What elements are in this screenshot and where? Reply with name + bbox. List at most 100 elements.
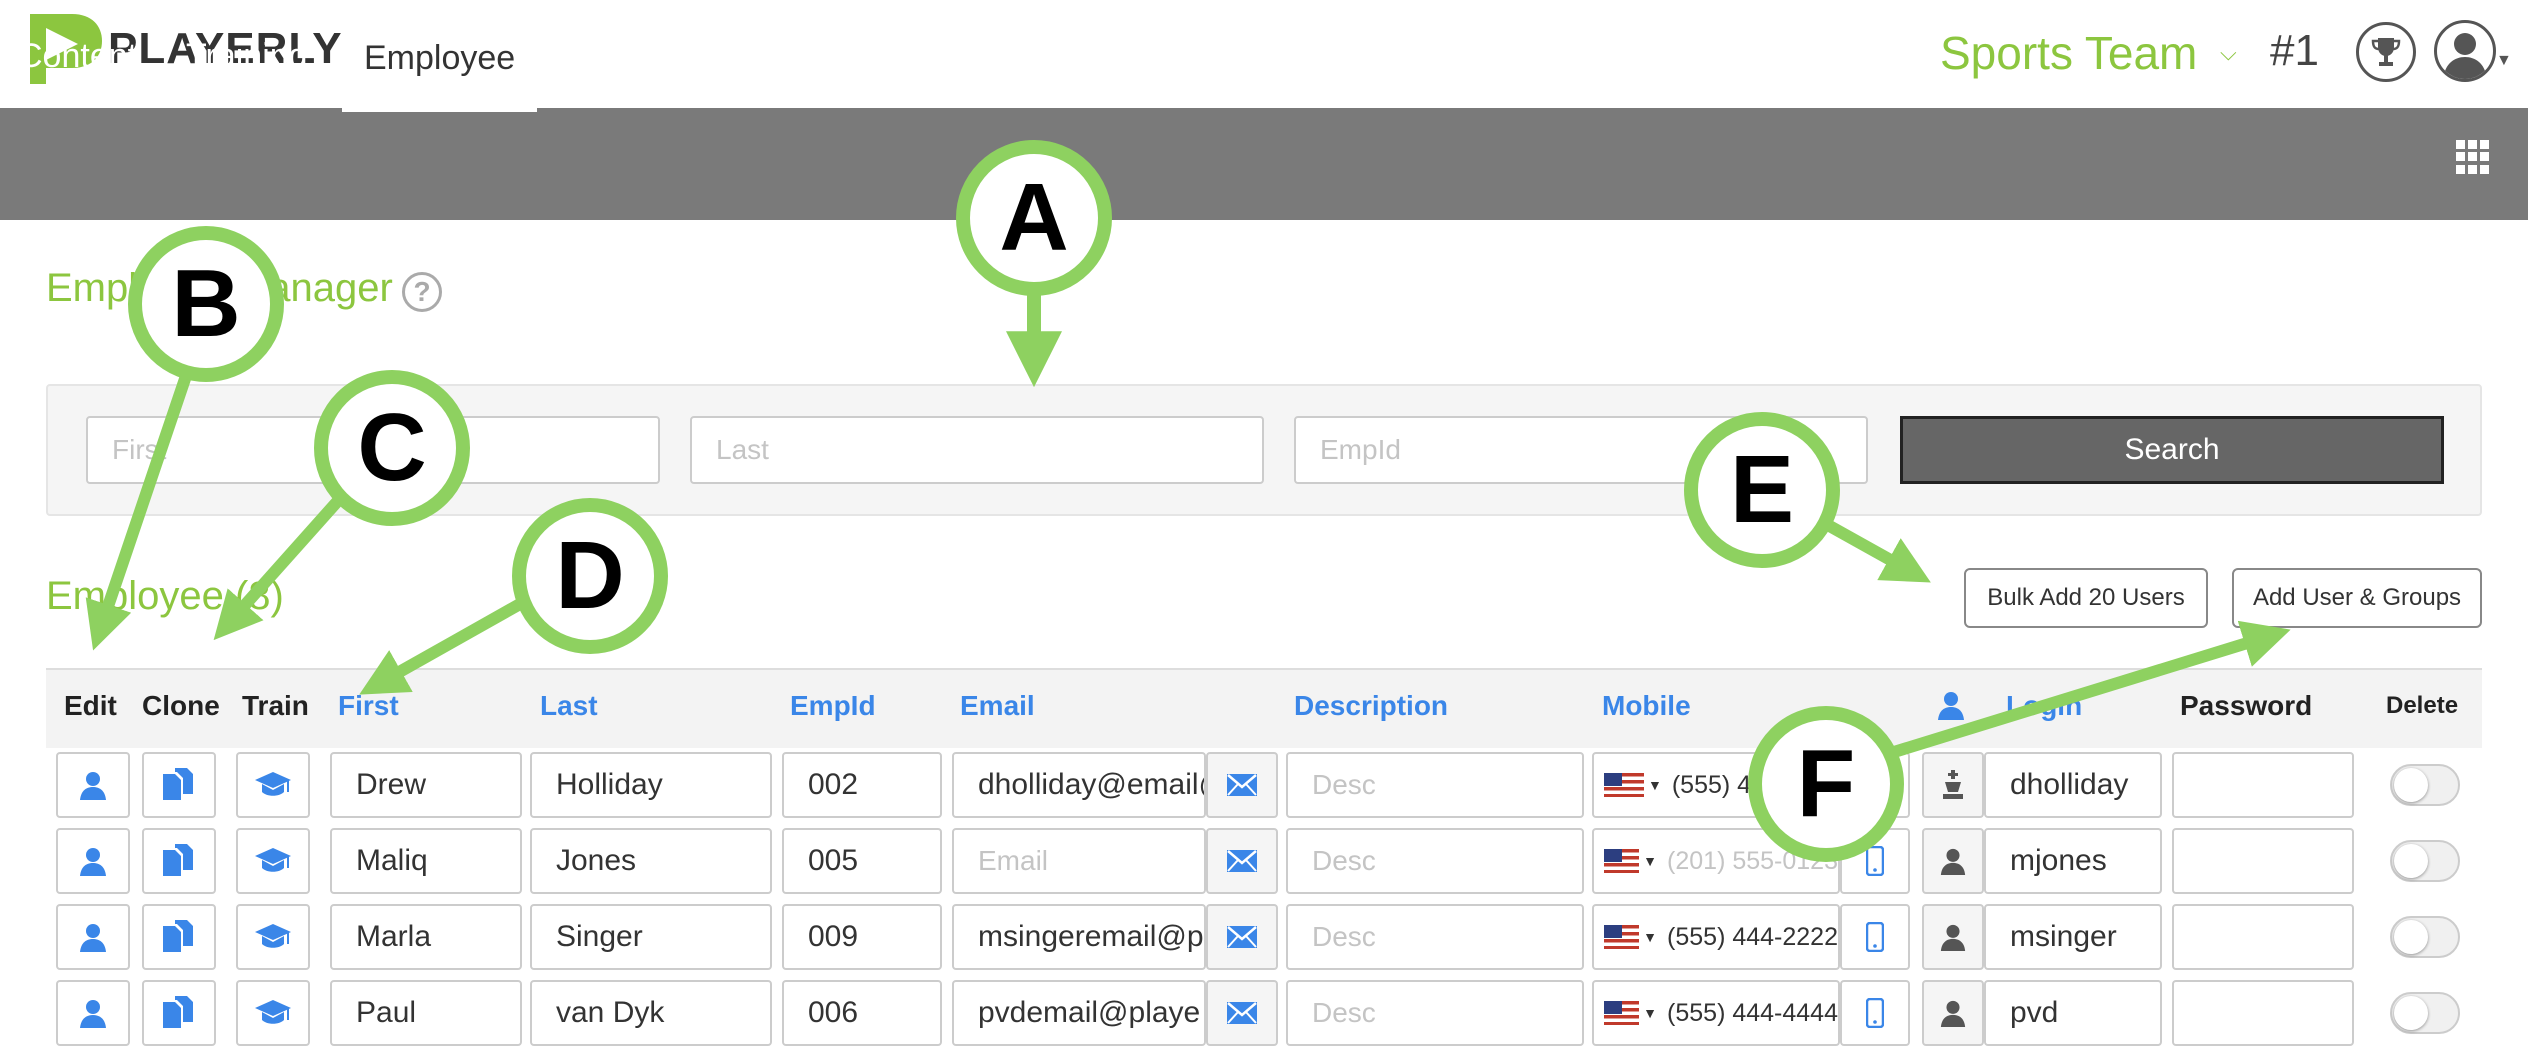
empid-field[interactable]: 009 <box>782 904 942 970</box>
user-role-button[interactable] <box>1922 980 1984 1046</box>
col-header-login[interactable]: Login <box>2006 690 2082 722</box>
clone-user-button[interactable] <box>142 828 216 894</box>
user-role-button[interactable] <box>1922 752 1984 818</box>
first-name-field[interactable]: Paul <box>330 980 522 1046</box>
password-field[interactable] <box>2172 904 2354 970</box>
clone-user-button[interactable] <box>142 980 216 1046</box>
col-header-first[interactable]: First <box>338 690 399 722</box>
nav-tab-settings[interactable]: Settings <box>1674 0 1797 112</box>
edit-user-button[interactable] <box>56 828 130 894</box>
callout-e: E <box>1684 412 1840 568</box>
edit-user-button[interactable] <box>56 752 130 818</box>
graduation-cap-icon <box>255 1000 291 1024</box>
empid-field[interactable]: 002 <box>782 752 942 818</box>
chevron-down-icon[interactable]: ▼ <box>1643 929 1657 945</box>
first-name-field[interactable]: Drew <box>330 752 522 818</box>
nav-tab-courses[interactable]: Courses <box>706 0 833 112</box>
nav-tab-training[interactable]: Training <box>186 0 308 112</box>
sms-button[interactable] <box>1840 904 1910 970</box>
us-flag-icon[interactable] <box>1604 849 1640 873</box>
sms-button[interactable] <box>1840 980 1910 1046</box>
trophy-icon <box>2371 38 2401 66</box>
password-field[interactable] <box>2172 752 2354 818</box>
chevron-down-icon[interactable]: ▼ <box>1643 1005 1657 1021</box>
delete-toggle[interactable] <box>2390 992 2460 1034</box>
empid-field[interactable]: 006 <box>782 980 942 1046</box>
nav-tab-forms[interactable]: Forms <box>562 0 658 112</box>
col-header-edit: Edit <box>64 690 117 721</box>
team-selector[interactable]: Sports Team <box>1940 26 2197 80</box>
user-role-button[interactable] <box>1922 828 1984 894</box>
description-field[interactable]: Desc <box>1286 828 1584 894</box>
email-field[interactable]: msingeremail@p <box>952 904 1206 970</box>
send-email-button[interactable] <box>1206 980 1278 1046</box>
help-icon[interactable]: ? <box>402 272 442 312</box>
login-field[interactable]: msinger <box>1984 904 2162 970</box>
us-flag-icon[interactable] <box>1604 925 1640 949</box>
train-user-button[interactable] <box>236 752 310 818</box>
last-name-field[interactable]: Singer <box>530 904 772 970</box>
email-field[interactable]: pvdemail@playe <box>952 980 1206 1046</box>
chevron-down-icon[interactable]: ▼ <box>1648 777 1662 793</box>
first-name-field[interactable]: Maliq <box>330 828 522 894</box>
user-role-button[interactable] <box>1922 904 1984 970</box>
nav-tab-location[interactable]: Location <box>1326 0 1455 112</box>
mobile-field[interactable]: ▼ (555) 444-4444 <box>1592 980 1840 1046</box>
password-field[interactable] <box>2172 980 2354 1046</box>
nav-tab-reports[interactable]: Reports <box>1506 0 1625 112</box>
user-avatar-button[interactable] <box>2434 20 2496 82</box>
train-user-button[interactable] <box>236 828 310 894</box>
email-field[interactable]: dholliday@email@ <box>952 752 1206 818</box>
col-header-empid[interactable]: EmpId <box>790 690 876 722</box>
col-header-last[interactable]: Last <box>540 690 598 722</box>
admin-chess-king-icon <box>1943 770 1963 799</box>
chevron-down-icon[interactable]: ▼ <box>1643 853 1657 869</box>
nav-tab-shared-library[interactable]: Shared Library <box>1036 0 1259 112</box>
first-name-field[interactable]: Marla <box>330 904 522 970</box>
send-email-button[interactable] <box>1206 904 1278 970</box>
delete-toggle[interactable] <box>2390 840 2460 882</box>
mobile-field[interactable]: ▼ (555) 444-2222 <box>1592 904 1840 970</box>
clone-user-button[interactable] <box>142 752 216 818</box>
us-flag-icon[interactable] <box>1604 1001 1640 1025</box>
add-user-groups-button[interactable]: Add User & Groups <box>2232 568 2482 628</box>
edit-user-button[interactable] <box>56 904 130 970</box>
callout-c: C <box>314 370 470 526</box>
nav-tab-tracking[interactable]: Tracking <box>880 0 1009 112</box>
login-field[interactable]: mjones <box>1984 828 2162 894</box>
col-header-email[interactable]: Email <box>960 690 1035 722</box>
train-user-button[interactable] <box>236 980 310 1046</box>
send-email-button[interactable] <box>1206 828 1278 894</box>
us-flag-icon[interactable] <box>1604 773 1644 797</box>
delete-toggle[interactable] <box>2390 764 2460 806</box>
empid-field[interactable]: 005 <box>782 828 942 894</box>
chevron-down-icon[interactable]: ▼ <box>2496 52 2512 70</box>
search-button[interactable]: Search <box>1900 416 2444 484</box>
delete-toggle[interactable] <box>2390 916 2460 958</box>
col-header-description[interactable]: Description <box>1294 690 1448 722</box>
last-name-field[interactable]: van Dyk <box>530 980 772 1046</box>
login-field[interactable]: dholliday <box>1984 752 2162 818</box>
apps-grid-icon[interactable] <box>2456 140 2490 174</box>
description-field[interactable]: Desc <box>1286 904 1584 970</box>
user-icon <box>1940 1000 1966 1027</box>
nav-tab-content[interactable]: Content <box>18 0 137 112</box>
send-email-button[interactable] <box>1206 752 1278 818</box>
edit-user-button[interactable] <box>56 980 130 1046</box>
description-field[interactable]: Desc <box>1286 980 1584 1046</box>
bulk-add-users-button[interactable]: Bulk Add 20 Users <box>1964 568 2208 628</box>
last-name-field[interactable]: Jones <box>530 828 772 894</box>
nav-tab-employee[interactable]: Employee <box>342 2 538 112</box>
last-name-field[interactable]: Holliday <box>530 752 772 818</box>
chevron-down-icon[interactable]: ⌵ <box>2220 40 2237 66</box>
train-user-button[interactable] <box>236 904 310 970</box>
mobile-number: (555) 444-4444 <box>1667 998 1838 1027</box>
description-field[interactable]: Desc <box>1286 752 1584 818</box>
col-header-mobile[interactable]: Mobile <box>1602 690 1691 722</box>
login-field[interactable]: pvd <box>1984 980 2162 1046</box>
password-field[interactable] <box>2172 828 2354 894</box>
clone-user-button[interactable] <box>142 904 216 970</box>
last-name-search-input[interactable] <box>690 416 1264 484</box>
trophy-button[interactable] <box>2356 22 2416 82</box>
email-field[interactable]: Email <box>952 828 1206 894</box>
